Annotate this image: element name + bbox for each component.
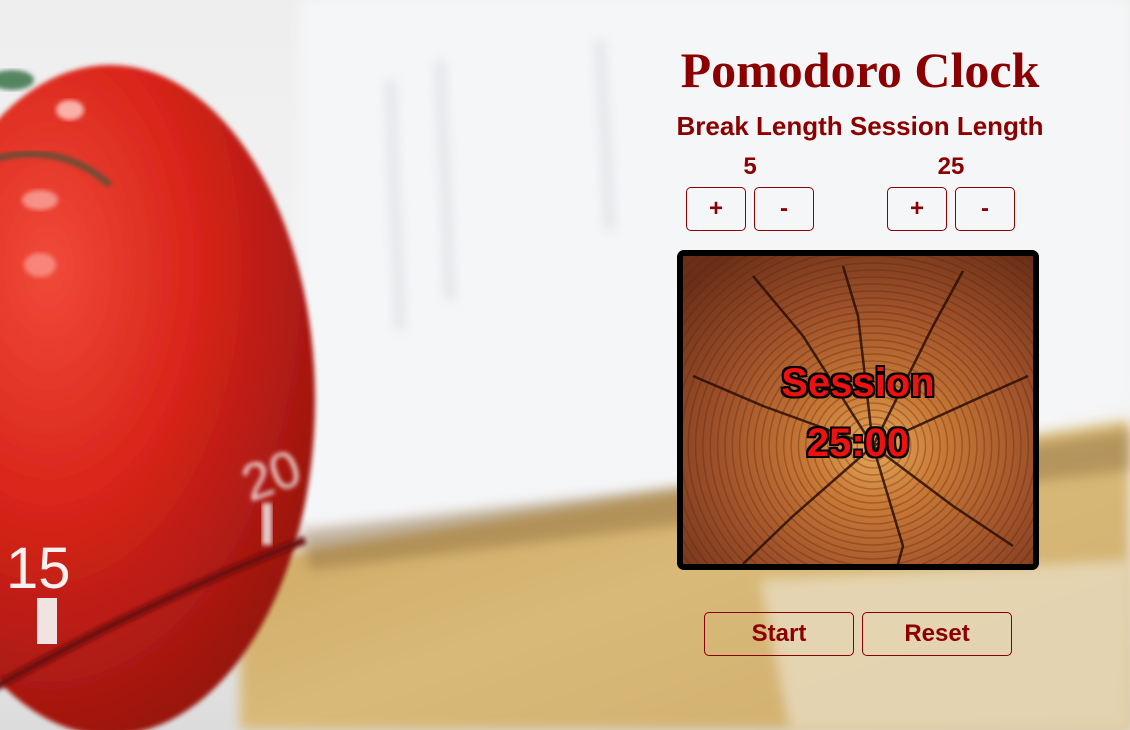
pomodoro-app: Pomodoro Clock Break Length Session Leng…: [640, 0, 1080, 730]
session-decrement-button[interactable]: -: [955, 187, 1015, 231]
dial-number-15: 15: [6, 536, 71, 601]
timer-display: Session 25:00: [677, 250, 1039, 570]
wood-rings-background: [683, 256, 1033, 564]
length-labels: Break Length Session Length: [676, 111, 1044, 141]
session-length-value: 25: [937, 153, 965, 180]
break-increment-button[interactable]: +: [686, 187, 746, 231]
page-title: Pomodoro Clock: [680, 42, 1040, 98]
break-decrement-button[interactable]: -: [754, 187, 814, 231]
break-length-value: 5: [743, 153, 757, 180]
timer-time: 25:00: [806, 421, 910, 465]
session-increment-button[interactable]: +: [887, 187, 947, 231]
timer-label: Session: [781, 361, 935, 405]
start-button[interactable]: Start: [704, 612, 854, 656]
reset-button[interactable]: Reset: [862, 612, 1012, 656]
